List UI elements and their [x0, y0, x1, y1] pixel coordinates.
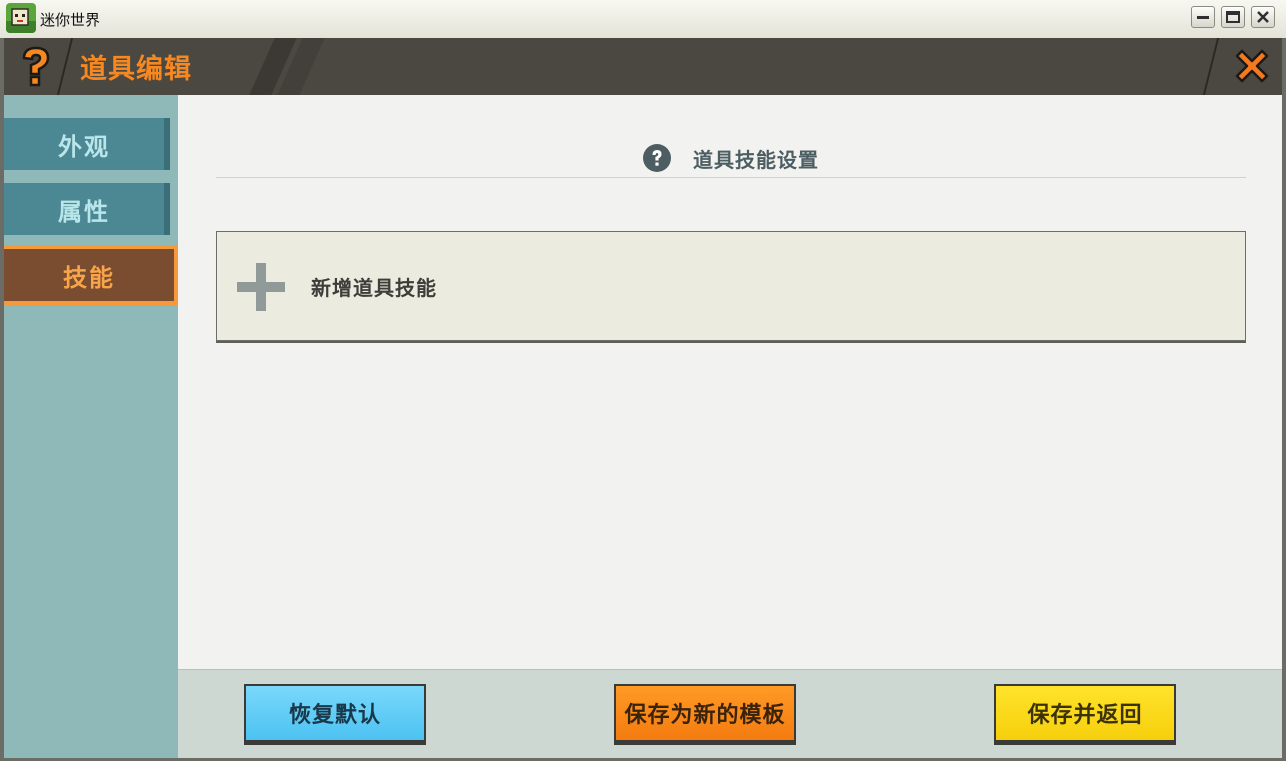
section-header: 道具技能设置: [216, 139, 1246, 178]
window-close-button[interactable]: [1251, 6, 1275, 28]
close-icon: [1257, 11, 1269, 23]
save-as-template-label: 保存为新的模板: [624, 703, 786, 728]
question-mark-icon: [22, 46, 50, 87]
help-button[interactable]: [14, 46, 58, 88]
window-border: [1282, 38, 1286, 761]
header-divider: [1202, 38, 1220, 95]
editor-close-button[interactable]: [1232, 46, 1272, 86]
restore-default-button[interactable]: 恢复默认: [244, 684, 426, 742]
window-title: 迷你世界: [40, 11, 101, 29]
save-and-return-button[interactable]: 保存并返回: [994, 684, 1176, 742]
tab-skills[interactable]: 技能: [4, 245, 178, 305]
maximize-button[interactable]: [1221, 6, 1245, 28]
tab-label: 技能: [63, 263, 115, 292]
save-as-template-button[interactable]: 保存为新的模板: [614, 684, 796, 742]
add-skill-button[interactable]: 新增道具技能: [216, 231, 1246, 341]
page-title: 道具编辑: [80, 54, 192, 85]
restore-default-label: 恢复默认: [288, 703, 381, 728]
save-and-return-label: 保存并返回: [1027, 703, 1143, 728]
minimize-icon: [1197, 16, 1209, 19]
main-panel: 道具技能设置 新增道具技能: [178, 95, 1282, 669]
header-divider: [56, 38, 74, 95]
tab-attributes[interactable]: 属性: [4, 180, 178, 240]
help-circle-icon[interactable]: [643, 144, 671, 172]
tab-label: 外观: [58, 132, 110, 161]
add-skill-label: 新增道具技能: [311, 276, 437, 300]
mini-world-app-icon: [6, 3, 36, 33]
editor-header: 道具编辑: [4, 38, 1282, 97]
window-titlebar: 迷你世界: [0, 0, 1286, 39]
sidebar: 外观 属性 技能: [4, 95, 178, 758]
tab-label: 属性: [58, 197, 110, 226]
window-border: [0, 38, 4, 761]
footer-bar: 恢复默认 保存为新的模板 保存并返回: [178, 669, 1282, 759]
tab-appearance[interactable]: 外观: [4, 115, 178, 175]
close-x-icon: [1235, 49, 1269, 83]
maximize-icon: [1226, 11, 1240, 23]
minimize-button[interactable]: [1191, 6, 1215, 28]
plus-icon: [237, 263, 285, 311]
section-title: 道具技能设置: [693, 147, 819, 172]
